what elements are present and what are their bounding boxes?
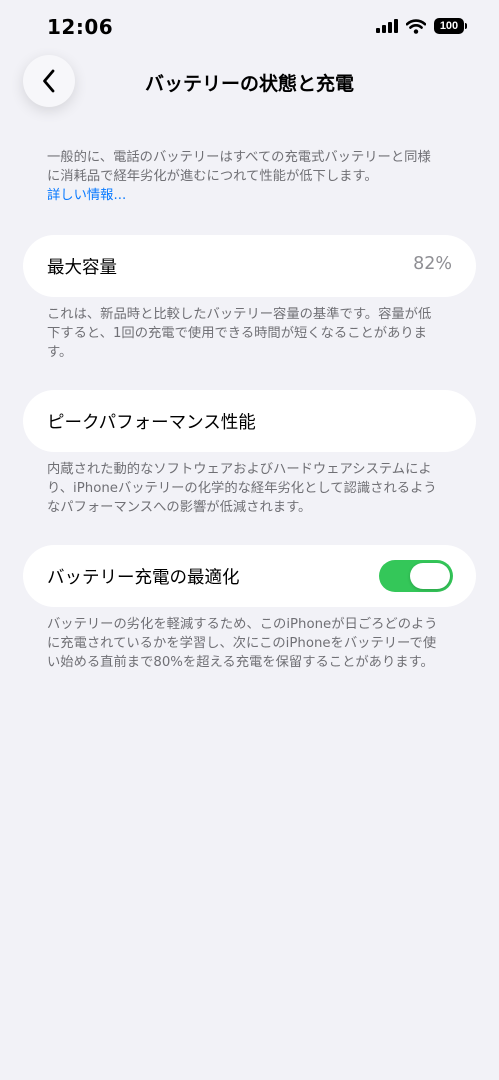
intro-description: 一般的に、電話のバッテリーはすべての充電式バッテリーと同様に消耗品で経年劣化が進…	[47, 148, 442, 205]
toggle-knob	[410, 563, 450, 589]
peak-performance-cell[interactable]: ピークパフォーマンス性能	[23, 390, 476, 452]
cellular-signal-icon	[376, 19, 398, 33]
status-icons: 100	[376, 18, 467, 34]
max-capacity-note: これは、新品時と比較したバッテリー容量の基準です。容量が低下すると、1回の充電で…	[47, 307, 432, 360]
wifi-icon	[406, 18, 426, 34]
optimized-charging-note: バッテリーの劣化を軽減するため、このiPhoneが日ごろどのように充電されている…	[47, 617, 438, 670]
optimized-charging-label: バッテリー充電の最適化	[47, 568, 240, 588]
status-bar: 12:06 100	[0, 0, 499, 56]
navigation-bar: バッテリーの状態と充電	[0, 52, 499, 112]
optimized-charging-toggle[interactable]	[379, 560, 453, 592]
intro-text: 一般的に、電話のバッテリーはすべての充電式バッテリーと同様に消耗品で経年劣化が進…	[47, 150, 431, 184]
max-capacity-value: 82%	[413, 254, 452, 274]
max-capacity-label: 最大容量	[47, 258, 117, 278]
max-capacity-cell: 最大容量 82%	[23, 235, 476, 297]
status-time: 12:06	[47, 15, 114, 39]
optimized-charging-cell: バッテリー充電の最適化	[23, 545, 476, 607]
peak-performance-note: 内蔵された動的なソフトウェアおよびハードウェアシステムにより、iPhoneバッテ…	[47, 462, 437, 515]
page-title: バッテリーの状態と充電	[144, 73, 354, 95]
battery-level: 100	[434, 18, 464, 34]
battery-nub	[465, 23, 467, 29]
peak-performance-label: ピークパフォーマンス性能	[47, 413, 256, 433]
battery-icon: 100	[434, 18, 467, 34]
learn-more-link[interactable]: 詳しい情報...	[47, 186, 442, 205]
